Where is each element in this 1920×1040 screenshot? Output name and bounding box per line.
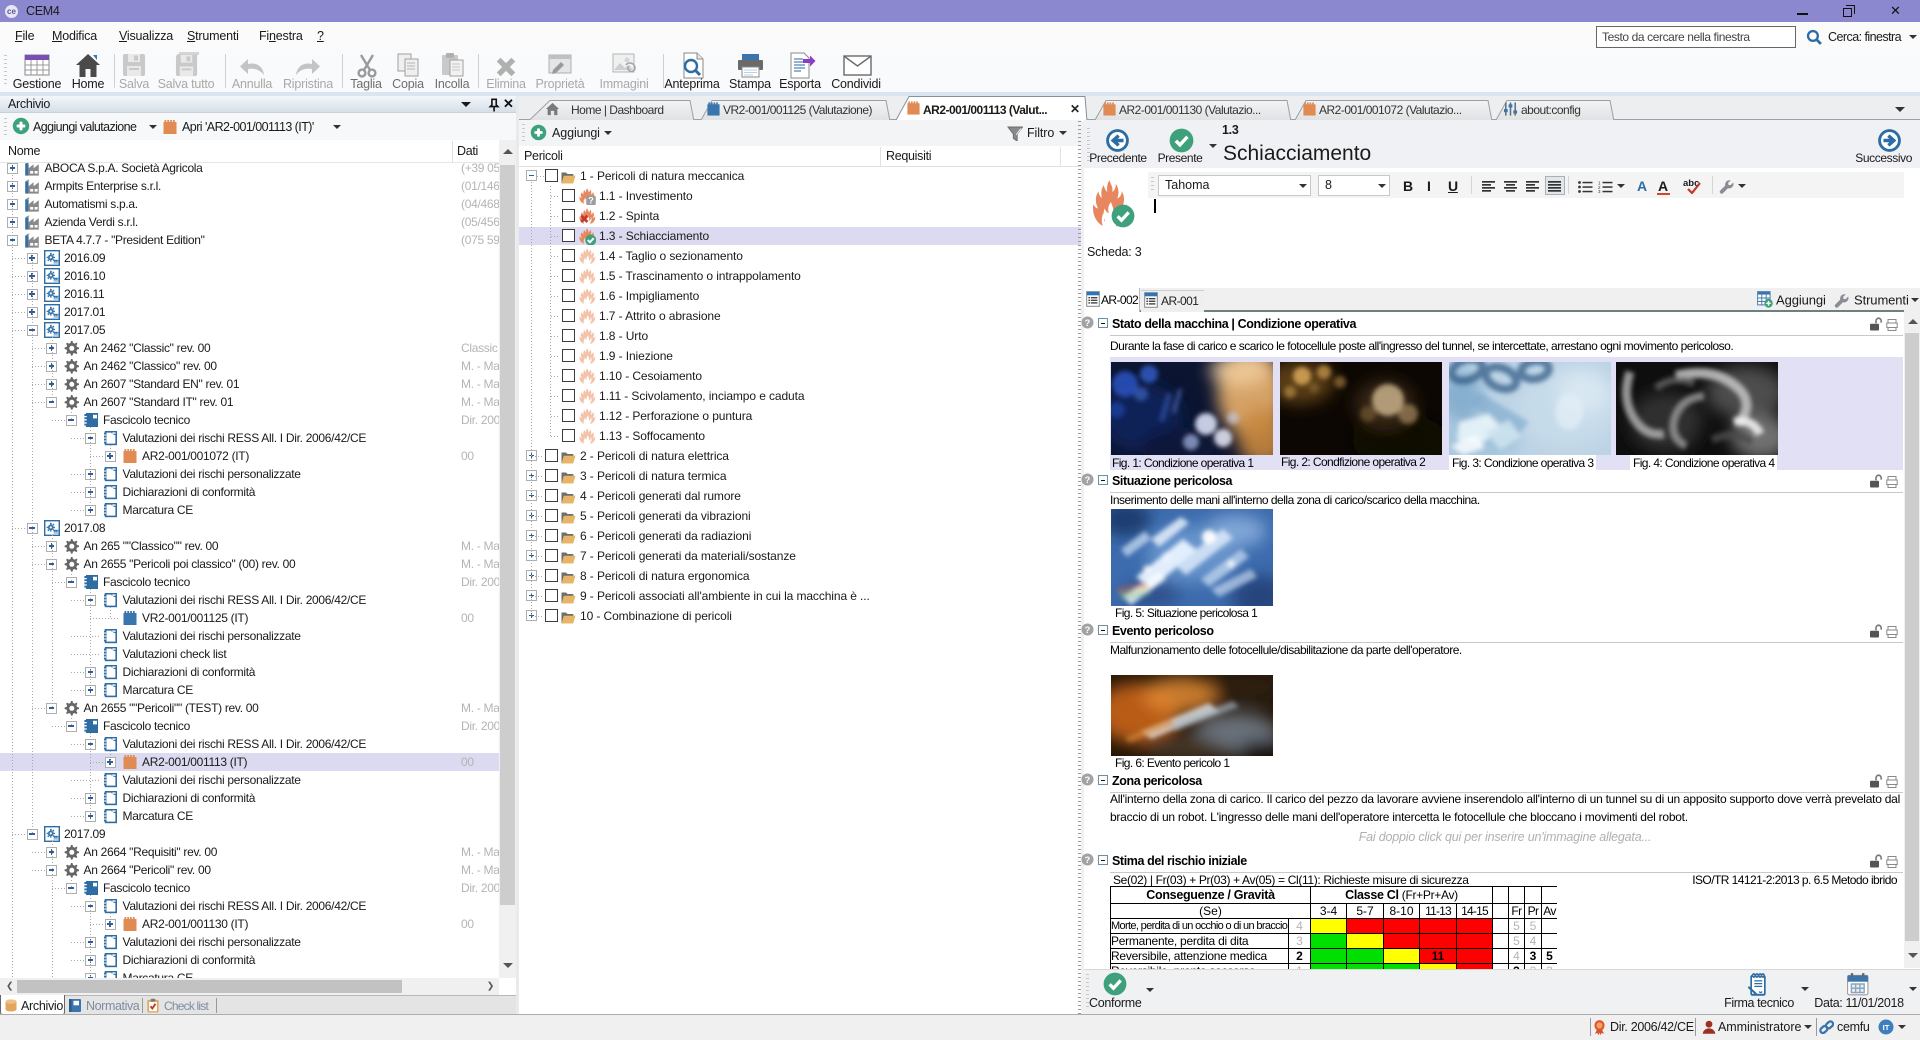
svg-text:3: 3 [1598, 189, 1601, 193]
